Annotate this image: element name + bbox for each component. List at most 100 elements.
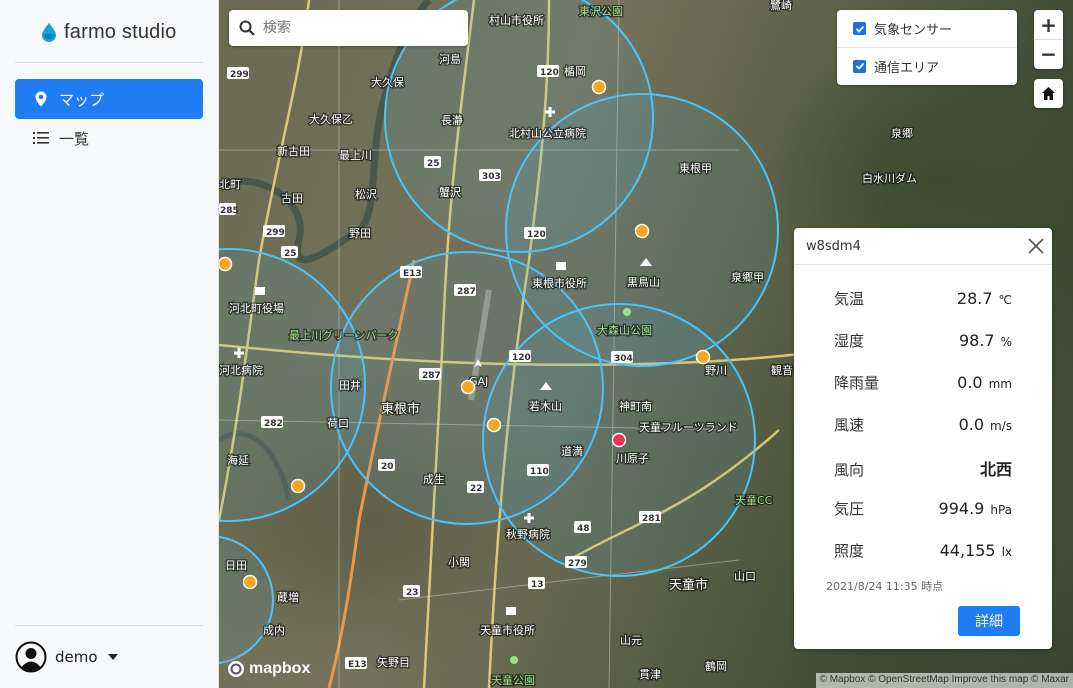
- svg-text:287: 287: [422, 371, 441, 381]
- metric-label: 気圧: [834, 500, 865, 518]
- metric-pressure: 気圧 994.9 hPa: [834, 498, 1012, 519]
- place-label: 新古田: [277, 144, 310, 158]
- sensor-popup: w8sdm4 気温 28.7 ℃ 湿度 98.7% 降雨量 0.0 mm 風速 0.…: [794, 228, 1052, 649]
- metric-temperature: 気温 28.7 ℃: [834, 288, 1012, 309]
- svg-text:304: 304: [614, 354, 633, 364]
- metric-value: 98.7: [958, 331, 995, 350]
- svg-text:285: 285: [220, 206, 239, 216]
- metric-humidity: 湿度 98.7%: [834, 330, 1012, 351]
- sensor-marker: [695, 349, 711, 365]
- place-label: 貫津: [639, 668, 661, 681]
- svg-text:13: 13: [531, 580, 544, 590]
- svg-text:299: 299: [230, 70, 249, 80]
- metric-value: 0.0: [958, 415, 985, 434]
- metric-value: 0.0: [957, 373, 983, 392]
- metric-illuminance: 照度 44,155 lx: [834, 540, 1012, 561]
- place-label: 若木山: [529, 400, 562, 413]
- user-menu[interactable]: demo: [15, 641, 118, 673]
- place-label: 大森山公園: [597, 323, 652, 337]
- place-label: 北村山公立病院: [509, 126, 586, 140]
- metric-unit: m/s: [990, 419, 1012, 433]
- metric-unit: lx: [1001, 545, 1012, 559]
- list-icon: [33, 132, 49, 144]
- map-attribution[interactable]: © Mapbox © OpenStreetMap Improve this ma…: [815, 673, 1073, 688]
- zoom-in-button[interactable]: +: [1034, 10, 1063, 39]
- layer-toggle-panel: 気象センサー 通信エリア: [837, 10, 1017, 85]
- mapbox-logo[interactable]: mapbox: [227, 660, 310, 678]
- place-label: 秋野病院: [506, 527, 550, 541]
- sidebar-item-map[interactable]: マップ: [15, 79, 203, 119]
- town-hall-icon: [255, 287, 265, 295]
- map-pin-icon: [35, 91, 47, 107]
- metric-unit: hPa: [990, 503, 1012, 517]
- measurement-timestamp: 2021/8/24 11:35 時点: [826, 580, 944, 593]
- svg-text:E13: E13: [403, 269, 422, 279]
- metric-value: 994.9: [938, 499, 985, 518]
- home-icon: [1042, 87, 1055, 100]
- place-label: 海延: [227, 453, 249, 467]
- place-label: 大久保乙: [309, 112, 353, 126]
- sensor-marker: [242, 574, 258, 590]
- home-button[interactable]: [1034, 79, 1063, 108]
- place-label: 北町: [219, 178, 241, 191]
- place-label: 松沢: [355, 187, 377, 201]
- svg-text:120: 120: [512, 353, 531, 363]
- park-icon: [623, 308, 631, 316]
- place-label: 河北町役場: [229, 301, 284, 315]
- layer-toggle-coverage[interactable]: 通信エリア: [837, 47, 1017, 84]
- sensor-marker: [634, 223, 650, 239]
- svg-text:287: 287: [457, 287, 476, 297]
- search-box[interactable]: [229, 10, 468, 46]
- brand-logo[interactable]: farmo studio: [40, 20, 176, 44]
- place-label: 東根市役所: [532, 276, 587, 290]
- user-name: demo: [55, 648, 98, 666]
- sidebar-divider-top: [15, 62, 203, 63]
- sidebar-item-list[interactable]: 一覧: [15, 118, 203, 158]
- place-label: 田井: [339, 378, 361, 392]
- park-icon: [510, 656, 518, 664]
- sensor-marker: [486, 417, 502, 433]
- sensor-marker-selected: [611, 432, 627, 448]
- place-label: 鷺崎: [770, 0, 792, 12]
- detail-button[interactable]: 詳細: [958, 606, 1020, 636]
- place-label: 野川: [705, 364, 727, 377]
- town-hall-icon: [556, 262, 566, 270]
- layer-toggle-sensors[interactable]: 気象センサー: [837, 10, 1017, 47]
- place-label: 天童公園: [491, 673, 535, 687]
- water-drop-icon: [42, 23, 56, 42]
- avatar: [15, 641, 47, 673]
- svg-text:E13: E13: [348, 660, 367, 670]
- metric-unit: mm: [988, 377, 1012, 391]
- svg-text:303: 303: [482, 172, 501, 182]
- checkbox-checked-icon[interactable]: [853, 59, 866, 73]
- metric-label: 湿度: [834, 332, 865, 350]
- place-label: 日田: [225, 559, 247, 572]
- search-input[interactable]: [263, 20, 453, 36]
- metric-label: 風向: [834, 461, 865, 479]
- sidebar-item-label: 一覧: [59, 129, 90, 148]
- place-label: 楯岡: [564, 64, 586, 78]
- metric-label: 気温: [834, 290, 865, 308]
- place-label: 泉郷甲: [731, 270, 764, 284]
- metric-value: 28.7: [956, 289, 993, 308]
- sensor-marker: [219, 256, 233, 272]
- svg-text:25: 25: [284, 249, 297, 259]
- place-label: 小関: [448, 556, 470, 569]
- svg-text:25: 25: [427, 159, 440, 169]
- metric-label: 照度: [834, 542, 865, 560]
- place-label: 村山市役所: [489, 13, 544, 27]
- place-label: 道満: [561, 444, 583, 458]
- zoom-out-button[interactable]: −: [1034, 39, 1063, 68]
- place-label: 大久保: [371, 75, 404, 89]
- place-label: 山元: [620, 634, 642, 647]
- map-canvas[interactable]: 299 120 25 303 120 285 299 25 E13 287 12…: [219, 0, 1073, 688]
- coverage-area: [219, 535, 274, 665]
- metric-label: 風速: [834, 416, 865, 434]
- place-label: 矢野目: [377, 655, 410, 669]
- svg-text:22: 22: [470, 484, 483, 494]
- checkbox-checked-icon[interactable]: [853, 22, 866, 35]
- brand-name: farmo studio: [64, 20, 177, 43]
- close-icon[interactable]: [1026, 236, 1046, 256]
- search-icon: [239, 20, 255, 36]
- place-label: 泉郷: [891, 126, 913, 140]
